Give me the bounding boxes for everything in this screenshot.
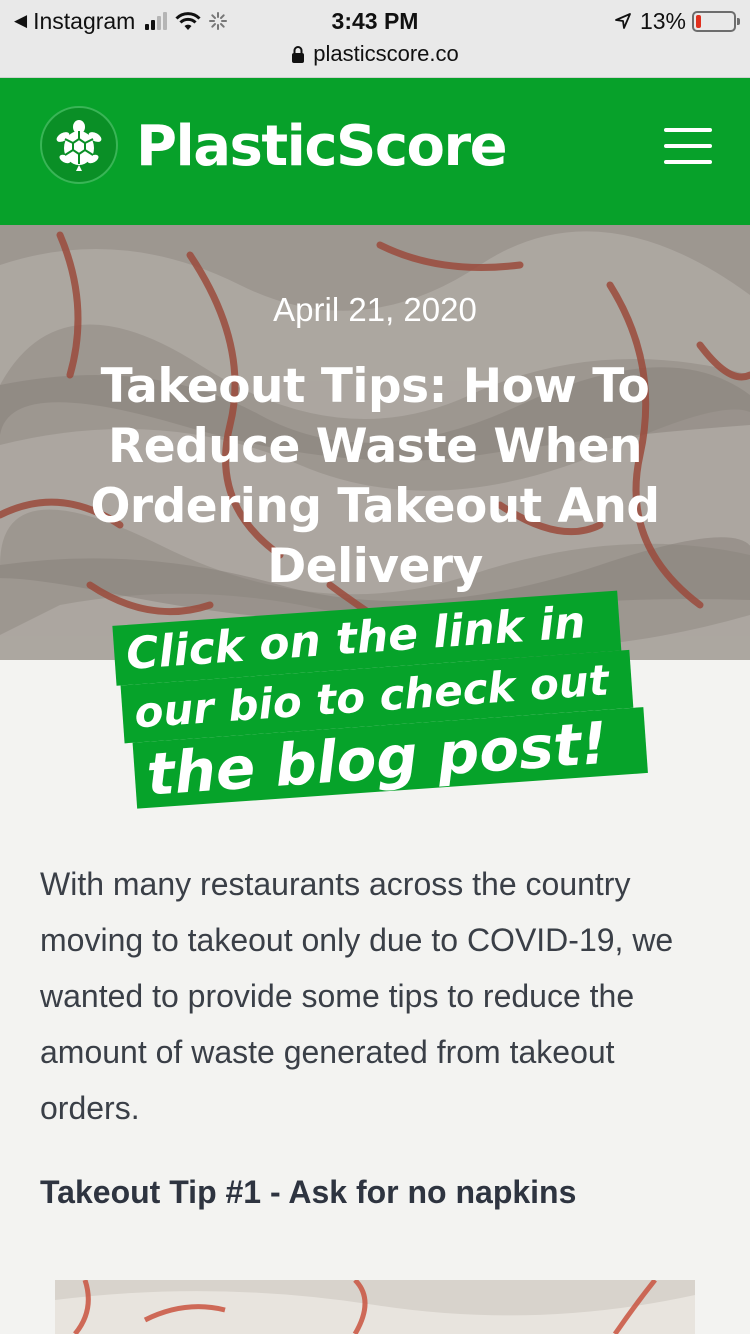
url-bar[interactable]: plasticscore.co xyxy=(0,38,750,70)
status-right: 13% xyxy=(614,6,740,36)
battery-fill xyxy=(696,14,701,28)
logo[interactable] xyxy=(40,106,118,184)
battery-percent: 13% xyxy=(639,7,686,34)
lock-icon xyxy=(292,46,305,63)
article-image xyxy=(55,1280,695,1334)
location-arrow-icon xyxy=(615,13,631,29)
hero-banner: April 21, 2020 Takeout Tips: How To Redu… xyxy=(0,225,750,660)
post-title: Takeout Tips: How To Reduce Waste When O… xyxy=(90,359,660,594)
post-date: April 21, 2020 xyxy=(273,291,477,328)
article-intro: With many restaurants across the country… xyxy=(40,866,674,1126)
article-subheading: Takeout Tip #1 - Ask for no napkins xyxy=(40,1174,577,1210)
url-text[interactable]: plasticscore.co xyxy=(313,41,459,67)
battery-icon xyxy=(692,10,740,32)
article-image-graphic xyxy=(55,1280,695,1334)
turtle-icon xyxy=(56,120,102,171)
status-bar: ◀ Instagram 3:43 PM 13% plasticscore.co xyxy=(0,0,750,78)
hamburger-menu-icon[interactable] xyxy=(664,128,712,164)
site-header: PlasticScore xyxy=(0,78,750,225)
brand-name[interactable]: PlasticScore xyxy=(136,112,508,182)
